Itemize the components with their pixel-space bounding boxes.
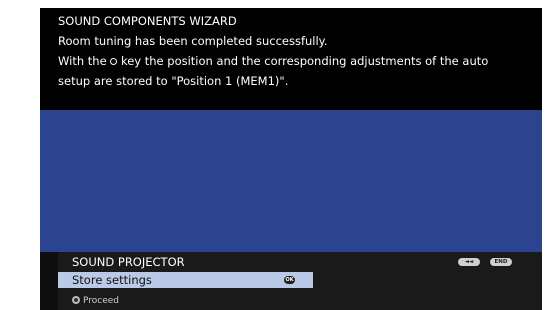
content-area [40,110,542,252]
info-line-2: With the key the position and the corres… [58,54,488,68]
tv-screen: SOUND COMPONENTS WIZARD Room tuning has … [0,0,545,310]
info-line-2-end: key the position and the corresponding a… [117,54,489,68]
wizard-title: SOUND COMPONENTS WIZARD [58,14,237,28]
proceed-label: Proceed [83,296,120,306]
menu-bar: SOUND PROJECTOR ◄◄ END Store settings OK… [40,252,542,310]
menu-title: SOUND PROJECTOR [72,255,185,269]
ok-badge-icon: OK [284,276,295,284]
menu-bar-edge [40,252,58,310]
back-button[interactable]: ◄◄ [458,258,480,266]
ok-button-icon [72,296,80,304]
info-line-1: Room tuning has been completed successfu… [58,34,328,48]
proceed-hint: Proceed [72,295,119,307]
info-line-2-start: With the [58,54,111,68]
info-line-3: setup are stored to "Position 1 (MEM1)". [58,74,289,88]
menu-item-store-settings[interactable]: Store settings OK [58,272,313,288]
menu-item-label: Store settings [72,273,152,287]
end-button[interactable]: END [490,258,512,266]
info-panel: SOUND COMPONENTS WIZARD Room tuning has … [40,8,542,110]
